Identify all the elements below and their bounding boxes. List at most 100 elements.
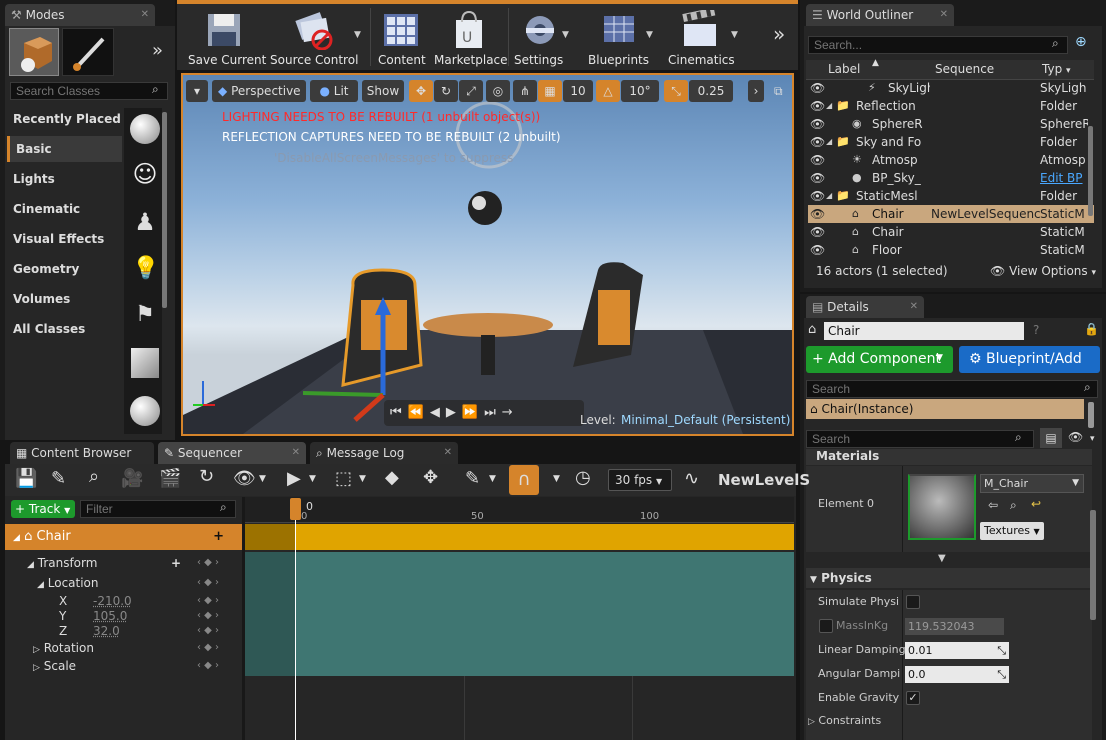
place-mode-button[interactable] — [9, 28, 59, 76]
column-label[interactable]: Label — [828, 62, 860, 76]
camera-icon[interactable]: 🎥 — [121, 468, 143, 489]
actor-name-field[interactable]: Chair — [824, 322, 1024, 340]
key-icon[interactable]: ◆ — [385, 467, 399, 488]
tab-details[interactable]: ▤ Details ✕ — [806, 296, 924, 318]
outliner-row[interactable]: 👁 ◉ SphereR SphereR — [808, 115, 1094, 133]
pencil-icon[interactable]: ✎ — [465, 468, 480, 489]
rotation-snap-value[interactable]: 10° — [621, 80, 659, 102]
viewport-options-button[interactable]: ▾ — [186, 80, 208, 102]
outliner-row[interactable]: 👁 ⌂ Floor StaticM — [808, 241, 1094, 259]
cinematics-button[interactable]: Cinematics — [662, 6, 738, 68]
chevron-down-icon[interactable]: ▾ — [1066, 66, 1071, 76]
location-track-row[interactable]: ◢ Location ‹ ◆ › — [5, 573, 242, 593]
mode-category-recently-placed[interactable]: Recently Placed — [7, 106, 122, 132]
close-icon[interactable]: ✕ — [910, 296, 918, 318]
maximize-viewport-icon[interactable]: ⧉ — [774, 84, 783, 99]
component-instance-row[interactable]: ⌂ Chair(Instance) — [806, 399, 1084, 419]
source-control-dropdown-icon[interactable]: ▼ — [354, 30, 361, 40]
curve-editor-icon[interactable]: ∿ — [684, 468, 699, 489]
toolbar-overflow-icon[interactable]: » — [773, 22, 785, 46]
mode-category-all-classes[interactable]: All Classes — [7, 316, 122, 342]
chevron-down-icon[interactable]: ◢ — [826, 97, 832, 115]
close-icon[interactable]: ✕ — [444, 442, 452, 464]
jump-end-icon[interactable]: ⏭ — [484, 405, 502, 420]
actor-track-row[interactable]: ◢ ⌂ Chair + — [5, 524, 242, 550]
chevron-down-icon[interactable]: ◢ — [826, 187, 832, 205]
chevron-down-icon[interactable]: ▾ — [1090, 434, 1095, 444]
scale-snap-button[interactable]: ⤡ — [664, 80, 688, 102]
visibility-eye-icon[interactable]: 👁 — [810, 187, 825, 205]
transform-section[interactable] — [245, 552, 794, 676]
add-icon[interactable]: + — [213, 524, 224, 550]
content-button[interactable]: Content — [374, 6, 428, 68]
track-filter-input[interactable] — [80, 500, 236, 518]
outliner-search-input[interactable] — [808, 36, 1068, 54]
clock-icon[interactable]: ◷ — [575, 467, 591, 488]
chevron-down-icon[interactable]: ▼ — [309, 474, 316, 484]
scrollbar[interactable] — [1090, 510, 1096, 620]
constraints-label[interactable]: ▷ Constraints — [808, 709, 881, 733]
tab-message-log[interactable]: ⌕ Message Log ✕ — [310, 442, 458, 464]
materials-section-header[interactable]: Materials — [806, 449, 1092, 465]
chevron-down-icon[interactable]: ▼ — [259, 474, 266, 484]
outliner-row[interactable]: 👁 ⌂ Chair StaticM — [808, 223, 1094, 241]
visibility-eye-icon[interactable]: 👁 — [810, 97, 825, 115]
tab-content-browser[interactable]: ▦ Content Browser ✕ — [10, 442, 154, 482]
scale-snap-value[interactable]: 0.25 — [689, 80, 733, 102]
rotation-track-row[interactable]: ▷ Rotation ‹ ◆ › — [5, 638, 242, 658]
save-icon[interactable]: 💾 — [15, 468, 37, 489]
column-sequence[interactable]: Sequence — [935, 62, 994, 76]
outliner-row[interactable]: 👁 ☀ Atmosp Atmosp — [808, 151, 1094, 169]
light-icon[interactable]: 💡 — [132, 256, 159, 290]
physics-section-header[interactable]: ▼ Physics — [806, 568, 1092, 588]
blueprint-add-button[interactable]: ⚙ Blueprint/Add — [959, 346, 1100, 373]
player-start-icon[interactable]: ⚑ — [132, 302, 158, 336]
mass-override-checkbox[interactable] — [819, 619, 833, 633]
reverse-icon[interactable]: ◀ — [430, 405, 446, 420]
close-icon[interactable]: ✕ — [940, 4, 948, 26]
transform-track-row[interactable]: ◢ Transform + ‹ ◆ › — [5, 553, 242, 573]
visibility-eye-icon[interactable]: 👁 — [810, 115, 825, 133]
create-folder-icon[interactable]: ⊕ — [1075, 34, 1087, 50]
world-local-button[interactable]: ◎ — [486, 80, 510, 102]
mode-category-geometry[interactable]: Geometry — [7, 256, 122, 282]
refresh-icon[interactable]: ↻ — [199, 466, 214, 487]
perspective-button[interactable]: ◆ Perspective — [212, 80, 306, 102]
chevron-down-icon[interactable]: ▼ — [553, 474, 560, 484]
selection-icon[interactable]: ⬚ — [335, 468, 352, 489]
simulate-physics-checkbox[interactable] — [906, 595, 920, 609]
close-icon[interactable]: ✕ — [292, 442, 300, 464]
cinematics-dropdown-icon[interactable]: ▼ — [731, 30, 738, 40]
rotate-mode-button[interactable]: ↻ — [434, 80, 458, 102]
angular-damping-field[interactable]: 0.0 ⤡ — [905, 666, 1009, 683]
outliner-row[interactable]: 👁 ⌂ Chair NewLevelSequence StaticM — [808, 205, 1094, 223]
scale-mode-button[interactable]: ⤢ — [459, 80, 483, 102]
search-classes-input[interactable] — [10, 82, 168, 100]
chevron-down-icon[interactable]: ▼ — [489, 474, 496, 484]
textures-dropdown[interactable]: Textures ▼ — [980, 522, 1044, 540]
settings-dropdown-icon[interactable]: ▼ — [562, 30, 569, 40]
grid-view-icon[interactable]: ▤ — [1040, 428, 1062, 448]
add-component-button[interactable]: + Add Component — [806, 346, 953, 373]
search-icon[interactable]: ⌕ — [89, 466, 99, 487]
details-search-input[interactable] — [806, 430, 1034, 448]
play-icon[interactable]: ▶ — [446, 405, 462, 420]
visibility-eye-icon[interactable]: 👁 — [810, 241, 825, 259]
tab-sequencer[interactable]: ✎ Sequencer ✕ — [158, 442, 306, 464]
surface-snap-button[interactable]: ⋔ — [513, 80, 537, 102]
cube-shape-icon[interactable] — [131, 348, 159, 378]
viewport-overflow-button[interactable]: › — [748, 80, 764, 102]
scrollbar[interactable] — [1088, 126, 1093, 216]
outliner-row[interactable]: 👁 ● BP_Sky_ Edit BP — [808, 169, 1094, 187]
show-button[interactable]: Show — [362, 80, 404, 102]
sphere-icon[interactable] — [130, 114, 160, 144]
components-search-input[interactable] — [806, 380, 1098, 398]
scrollbar[interactable] — [162, 112, 167, 308]
mode-category-basic[interactable]: Basic — [7, 136, 122, 162]
eye-icon[interactable]: 👁 — [1068, 430, 1083, 444]
mode-category-lights[interactable]: Lights — [7, 166, 122, 192]
snap-magnet-icon[interactable]: ∩ — [509, 465, 539, 495]
lock-icon[interactable]: 🔒 — [1084, 322, 1099, 336]
visibility-eye-icon[interactable]: 👁 — [810, 205, 825, 223]
level-viewport[interactable] — [181, 73, 794, 436]
